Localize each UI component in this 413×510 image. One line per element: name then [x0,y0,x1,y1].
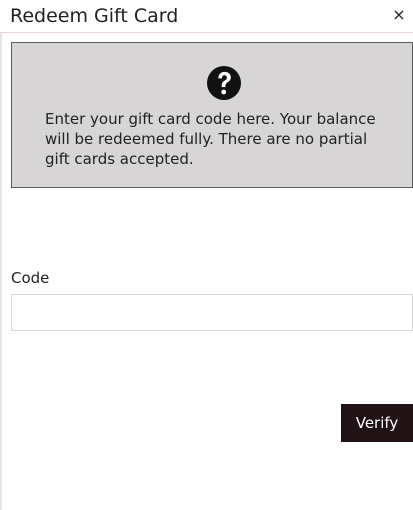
code-input[interactable] [11,294,413,331]
info-message: Enter your gift card code here. Your bal… [45,110,376,168]
window-frame-edge [0,0,2,510]
info-panel: Enter your gift card code here. Your bal… [11,42,413,188]
code-label: Code [11,269,50,287]
verify-button[interactable]: Verify [341,404,413,442]
close-icon[interactable]: × [390,5,408,25]
question-icon [207,66,241,100]
dialog-header: Redeem Gift Card × [0,0,413,33]
dialog-title: Redeem Gift Card [10,5,179,27]
